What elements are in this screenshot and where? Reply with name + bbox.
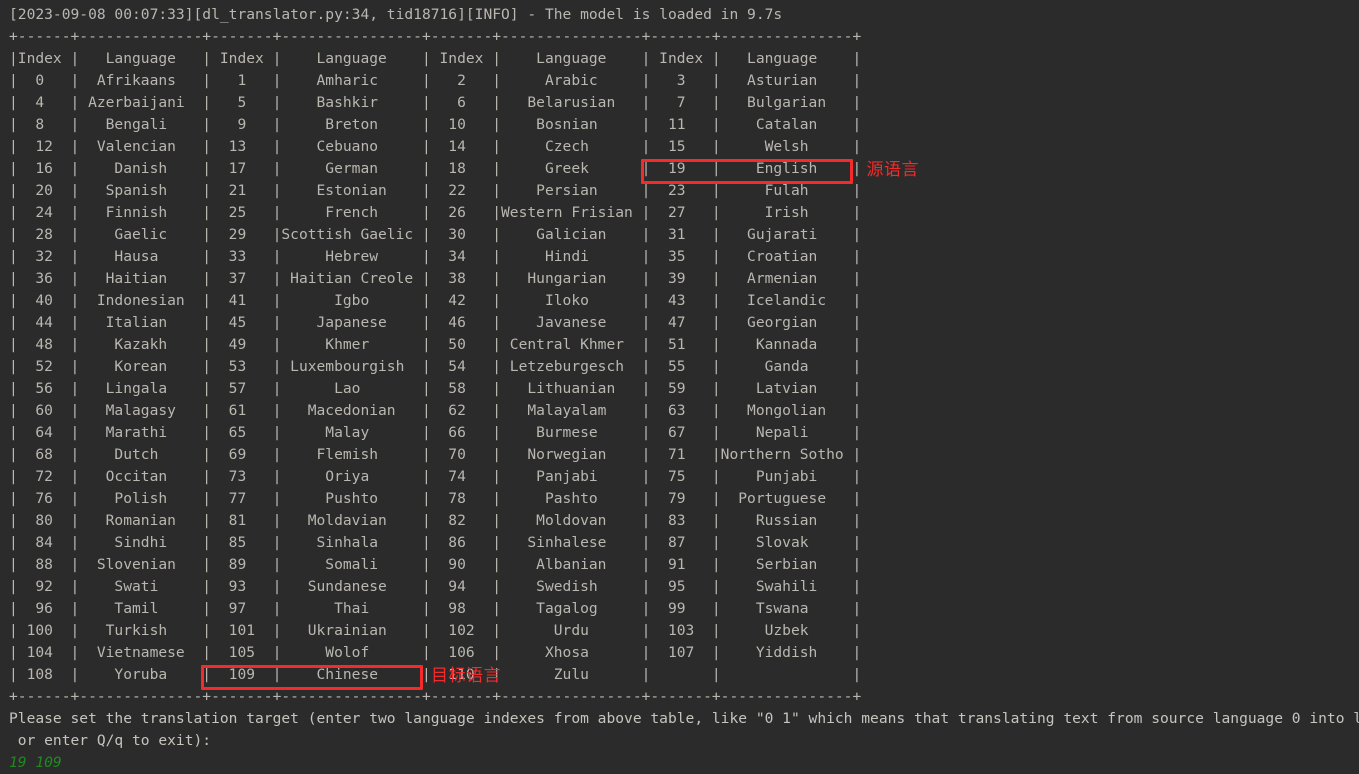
target-language-annotation: 目标语言	[430, 666, 501, 686]
prompt-line-2: or enter Q/q to exit):	[9, 732, 212, 749]
source-language-annotation: 源语言	[866, 160, 919, 180]
terminal-window: [2023-09-08 00:07:33][dl_translator.py:3…	[0, 0, 1359, 771]
prompt-line-1: Please set the translation target (enter…	[9, 710, 1359, 727]
language-index-table: +------+--------------+-------+---------…	[0, 26, 1359, 708]
table-text: +------+--------------+-------+---------…	[9, 28, 862, 705]
log-line: [2023-09-08 00:07:33][dl_translator.py:3…	[9, 6, 783, 23]
